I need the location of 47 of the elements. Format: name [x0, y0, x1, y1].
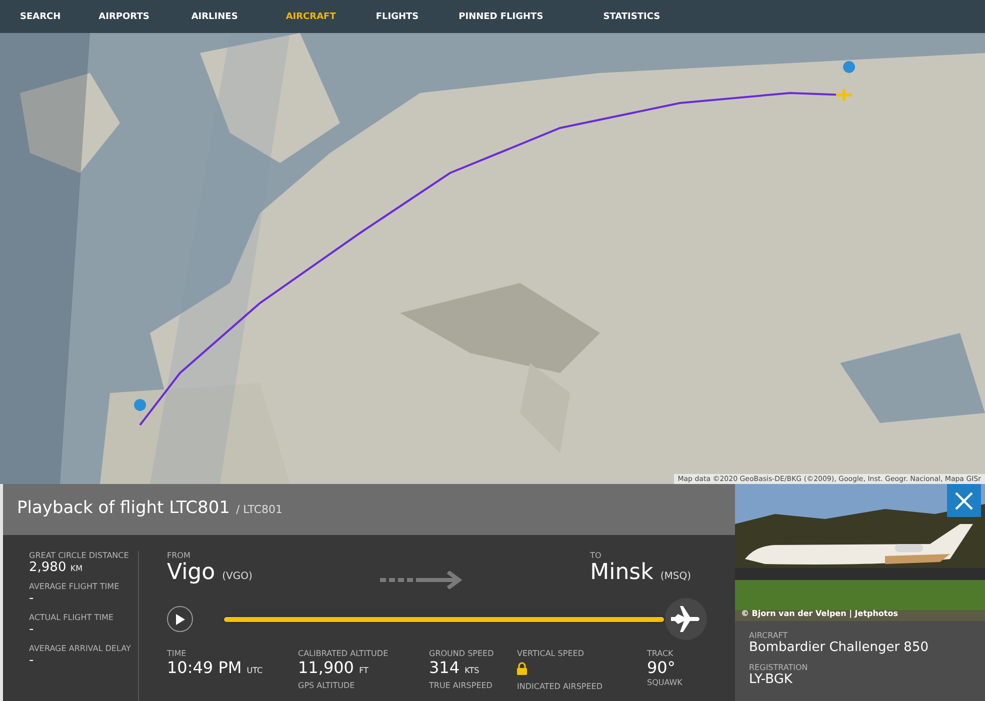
stat-label: AVERAGE FLIGHT TIME	[29, 582, 120, 591]
nav-tab[interactable]: AIRPORTS	[88, 12, 160, 22]
stat-value: -	[29, 591, 35, 606]
stat-label: AVERAGE ARRIVAL DELAY	[29, 644, 132, 653]
airplane-icon	[671, 606, 701, 632]
field-label: REGISTRATION	[749, 663, 809, 672]
nav-tab[interactable]: STATISTICS	[593, 12, 670, 22]
close-button[interactable]	[947, 484, 981, 517]
from-label: FROM	[167, 551, 192, 560]
stat-label: GREAT CIRCLE DISTANCE	[29, 551, 130, 560]
nav-tab[interactable]: AIRCRAFT	[276, 12, 346, 22]
readout-label: GPS ALTITUDE	[298, 681, 356, 690]
readout-label: INDICATED AIRSPEED	[517, 682, 604, 691]
origin-city: Vigo (VGO)	[167, 560, 252, 585]
playback-handle[interactable]	[665, 598, 707, 640]
readout-label: GROUND SPEED	[429, 649, 495, 658]
stat-value: 2,980 KM	[29, 560, 84, 575]
stat-value: -	[29, 653, 35, 668]
readout-value: 10:49 PM UTC	[167, 658, 264, 679]
nav-tab[interactable]: PINNED FLIGHTS	[448, 12, 554, 22]
close-icon	[955, 492, 973, 510]
readout-label: TRACK	[647, 649, 674, 658]
panel-title: Playback of flight LTC801	[17, 498, 230, 518]
readout-label: TIME	[167, 649, 188, 658]
field-value: Bombardier Challenger 850	[749, 640, 930, 655]
nav-tab[interactable]: FLIGHTS	[366, 12, 429, 22]
photo-credit: © Bjorn van der Velpen | Jetphotos	[741, 609, 898, 618]
readout-value: 314 KTS	[429, 658, 480, 679]
flight-callsign: / LTC801	[236, 503, 283, 516]
readout-value: 90°	[647, 658, 676, 678]
lock-icon	[517, 662, 527, 675]
field-value: LY-BGK	[749, 672, 794, 687]
readout-label: CALIBRATED ALTITUDE	[298, 649, 390, 658]
readout-label: VERTICAL SPEED	[517, 649, 585, 658]
stat-value: -	[29, 622, 35, 637]
field-label: AIRCRAFT	[749, 631, 789, 640]
nav-tab[interactable]: SEARCH	[10, 12, 71, 22]
to-label: TO	[590, 551, 602, 560]
stat-label: ACTUAL FLIGHT TIME	[29, 613, 114, 622]
destination-city: Minsk (MSQ)	[590, 560, 691, 585]
play-icon	[175, 614, 185, 624]
nav-tab[interactable]: AIRLINES	[181, 12, 248, 22]
readout-label: TRUE AIRSPEED	[429, 681, 494, 690]
arrow-icon	[380, 571, 462, 589]
readout-label: SQUAWK	[647, 678, 684, 687]
play-button[interactable]	[167, 606, 193, 632]
readout-value: 11,900 FT	[298, 658, 370, 679]
